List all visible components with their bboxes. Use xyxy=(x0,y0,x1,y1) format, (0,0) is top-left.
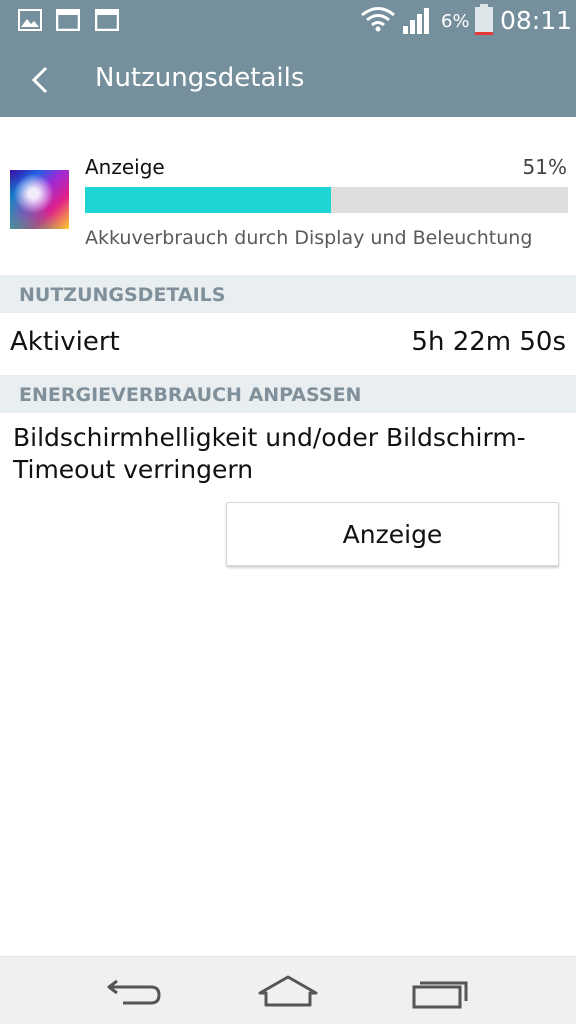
signal-icon xyxy=(403,8,429,34)
usage-item-display: Anzeige 51% Akkuverbrauch durch Display … xyxy=(0,117,576,275)
battery-percent: 6% xyxy=(441,11,470,32)
usage-description: Akkuverbrauch durch Display und Beleucht… xyxy=(85,227,533,249)
back-icon[interactable] xyxy=(103,971,167,1011)
usage-progress-bar xyxy=(85,187,568,213)
back-arrow-icon[interactable] xyxy=(22,60,62,100)
section-header-usage-details: NUTZUNGSDETAILS xyxy=(0,275,576,313)
window-icon xyxy=(95,9,119,31)
section-header-adjust-power: ENERGIEVERBRAUCH ANPASSEN xyxy=(0,375,576,413)
recent-apps-icon[interactable] xyxy=(408,971,472,1011)
navigation-bar xyxy=(0,956,576,1024)
status-bar: 6% 08:11 xyxy=(0,0,576,42)
clock: 08:11 xyxy=(500,6,573,35)
usage-percent: 51% xyxy=(522,155,567,179)
wifi-icon xyxy=(361,7,395,32)
window-icon xyxy=(56,9,80,31)
advice-text: Bildschirmhelligkeit und/oder Bildschirm… xyxy=(13,423,526,484)
detail-value: 5h 22m 50s xyxy=(411,327,566,357)
battery-icon xyxy=(475,4,493,35)
home-icon[interactable] xyxy=(256,971,320,1011)
page-title: Nutzungsdetails xyxy=(95,63,305,93)
display-settings-button[interactable]: Anzeige xyxy=(226,502,559,566)
usage-progress-fill xyxy=(85,187,332,213)
app-bar: Nutzungsdetails xyxy=(0,42,576,117)
detail-label: Aktiviert xyxy=(10,327,120,357)
detail-row-active: Aktiviert 5h 22m 50s xyxy=(0,313,576,375)
display-app-icon xyxy=(10,170,69,229)
usage-item-name: Anzeige xyxy=(85,155,165,179)
image-icon xyxy=(18,9,42,31)
